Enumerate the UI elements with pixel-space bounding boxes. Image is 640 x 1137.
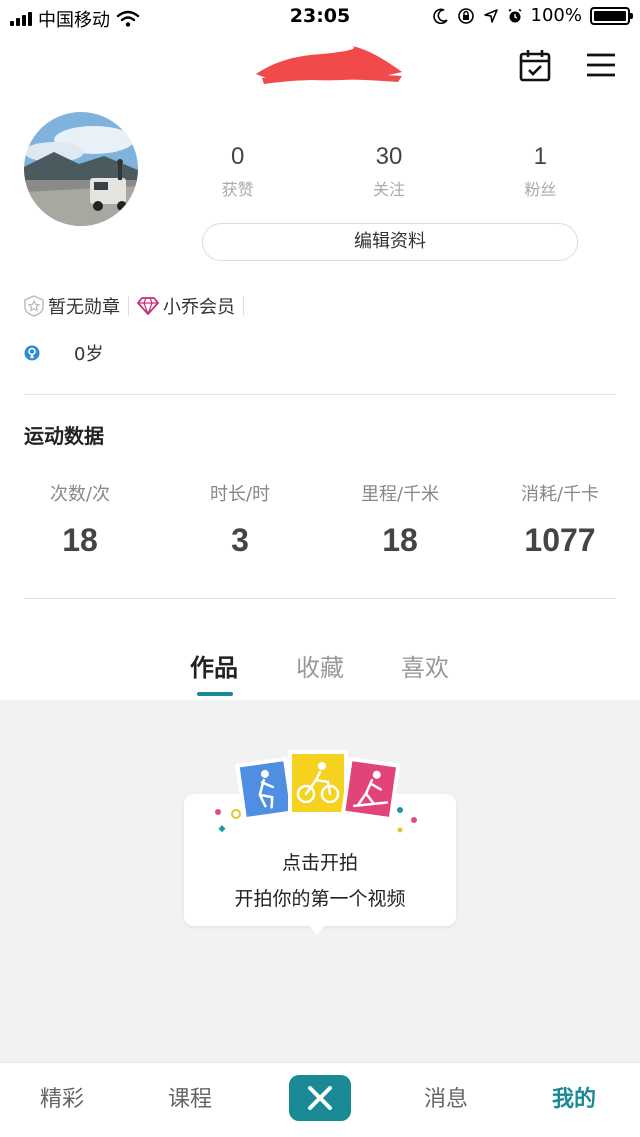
nav-courses[interactable]: 课程 <box>168 1081 212 1113</box>
sport-stat-calories: 消耗/千卡 1077 <box>480 480 640 559</box>
diamond-icon <box>137 297 159 315</box>
member-badge[interactable]: 小乔会员 <box>137 293 235 319</box>
age-label: 0岁 <box>74 344 104 365</box>
redacted-title <box>256 46 402 84</box>
age-row: 0岁 <box>24 340 103 366</box>
tab-works[interactable]: 作品 <box>190 648 238 683</box>
badge-label: 暂无勋章 <box>48 297 120 318</box>
sport-cards-illustration <box>215 750 417 833</box>
medal-icon <box>24 295 44 317</box>
badge-label: 小乔会员 <box>163 297 235 318</box>
nav-shoot-button[interactable] <box>289 1075 351 1121</box>
battery-icon <box>590 6 633 25</box>
stat-label: 关注 <box>372 180 405 199</box>
stat-label: 粉丝 <box>524 180 557 199</box>
battery-percent: 100% <box>530 5 582 26</box>
edit-profile-button[interactable]: 编辑资料 <box>202 223 578 261</box>
divider <box>24 394 616 395</box>
content-tabs: 作品 收藏 喜欢 <box>0 640 640 698</box>
stat-following[interactable]: 30 关注 <box>313 140 464 200</box>
stat-followers[interactable]: 1 粉丝 <box>465 140 616 200</box>
sport-data-title: 运动数据 <box>24 424 104 448</box>
prompt-tail <box>308 924 326 935</box>
avatar-image <box>24 112 138 226</box>
prompt-subtitle: 开拍你的第一个视频 <box>234 888 406 910</box>
sport-stat-value: 18 <box>62 522 98 558</box>
menu-icon[interactable] <box>584 48 618 82</box>
sport-stat-count: 次数/次 18 <box>0 480 160 559</box>
sport-stat-value: 18 <box>382 522 418 558</box>
prompt-title: 点击开拍 <box>281 852 358 874</box>
stat-value: 0 <box>230 143 245 170</box>
header <box>0 34 640 100</box>
moon-icon <box>432 8 448 24</box>
sport-stat-distance: 里程/千米 18 <box>320 480 480 559</box>
stat-label: 获赞 <box>221 180 254 199</box>
stat-likes[interactable]: 0 获赞 <box>162 140 313 200</box>
nav-highlights[interactable]: 精彩 <box>40 1081 84 1113</box>
sport-stat-duration: 时长/时 3 <box>160 480 320 559</box>
rotation-lock-icon <box>457 7 474 24</box>
stat-value: 30 <box>375 143 403 170</box>
x-logo-icon <box>308 1086 332 1110</box>
alarm-icon <box>508 8 522 22</box>
divider <box>128 296 129 316</box>
tab-likes[interactable]: 喜欢 <box>401 648 449 683</box>
status-bar: 中国移动 23:05 100% <box>0 0 640 34</box>
medal-badge[interactable]: 暂无勋章 <box>24 293 120 319</box>
sport-stats: 次数/次 18 时长/时 3 里程/千米 18 消耗/千卡 1077 <box>0 480 640 559</box>
stat-value: 1 <box>533 143 547 170</box>
divider <box>24 598 616 599</box>
sport-stat-label: 里程/千米 <box>360 484 440 505</box>
location-icon <box>483 8 498 23</box>
status-right: 100% <box>432 5 633 26</box>
sport-stat-value: 1077 <box>524 522 596 558</box>
avatar[interactable] <box>24 112 138 226</box>
profile-stats: 0 获赞 30 关注 1 粉丝 <box>162 140 616 200</box>
sport-stat-label: 时长/时 <box>209 484 271 505</box>
sport-stat-label: 次数/次 <box>49 484 111 505</box>
bottom-nav: 精彩 课程 消息 我的 <box>0 1062 640 1137</box>
sport-stat-value: 3 <box>231 522 249 558</box>
nav-me[interactable]: 我的 <box>552 1081 596 1113</box>
calendar-icon[interactable] <box>518 48 552 82</box>
tab-favorites[interactable]: 收藏 <box>296 648 344 683</box>
tab-indicator <box>197 692 233 696</box>
works-content-area: 点击开拍 开拍你的第一个视频 <box>0 700 640 1062</box>
nav-messages[interactable]: 消息 <box>424 1081 468 1113</box>
badges-row: 暂无勋章 小乔会员 <box>24 292 252 320</box>
divider <box>243 296 244 316</box>
sport-stat-label: 消耗/千卡 <box>520 484 600 505</box>
gender-icon <box>24 345 40 361</box>
